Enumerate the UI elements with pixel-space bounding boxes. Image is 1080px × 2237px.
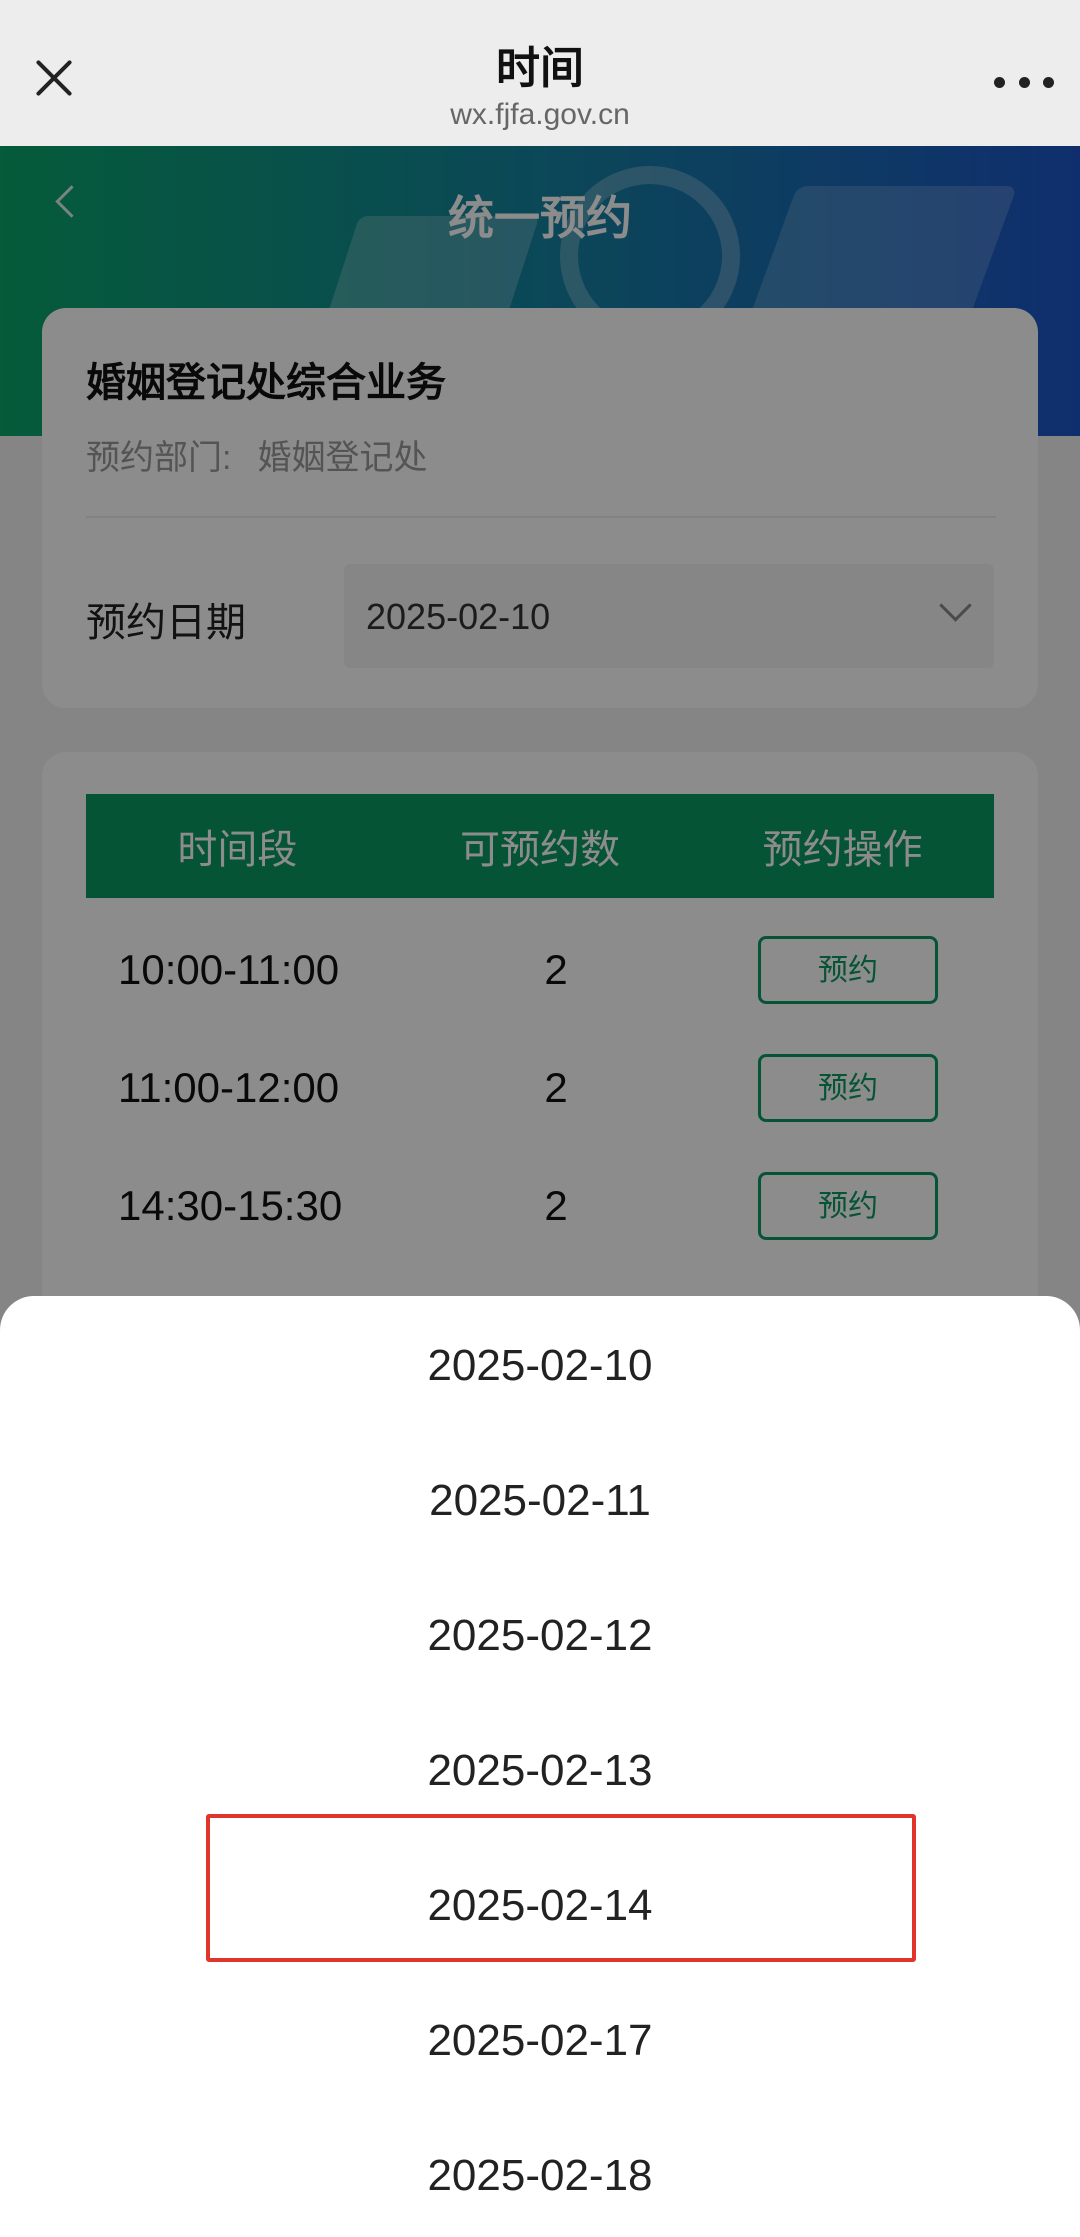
page: 时间 wx.fjfa.gov.cn 统一预约 婚姻登记处综合业务 预约部门: 婚姻… bbox=[0, 0, 1080, 2237]
date-option[interactable]: 2025-02-10 bbox=[0, 1298, 1080, 1433]
more-icon[interactable] bbox=[994, 62, 1054, 102]
date-option-highlighted[interactable]: 2025-02-14 bbox=[0, 1838, 1080, 1973]
date-picker-sheet: 2025-02-10 2025-02-11 2025-02-12 2025-02… bbox=[0, 1296, 1080, 2237]
date-option[interactable]: 2025-02-13 bbox=[0, 1703, 1080, 1838]
date-option[interactable]: 2025-02-17 bbox=[0, 1973, 1080, 2108]
date-option[interactable]: 2025-02-11 bbox=[0, 1433, 1080, 1568]
page-title: 时间 bbox=[496, 44, 584, 93]
page-url: wx.fjfa.gov.cn bbox=[450, 98, 630, 131]
date-option[interactable]: 2025-02-18 bbox=[0, 2108, 1080, 2237]
browser-top-bar: 时间 wx.fjfa.gov.cn bbox=[0, 0, 1080, 146]
date-option[interactable]: 2025-02-12 bbox=[0, 1568, 1080, 1703]
